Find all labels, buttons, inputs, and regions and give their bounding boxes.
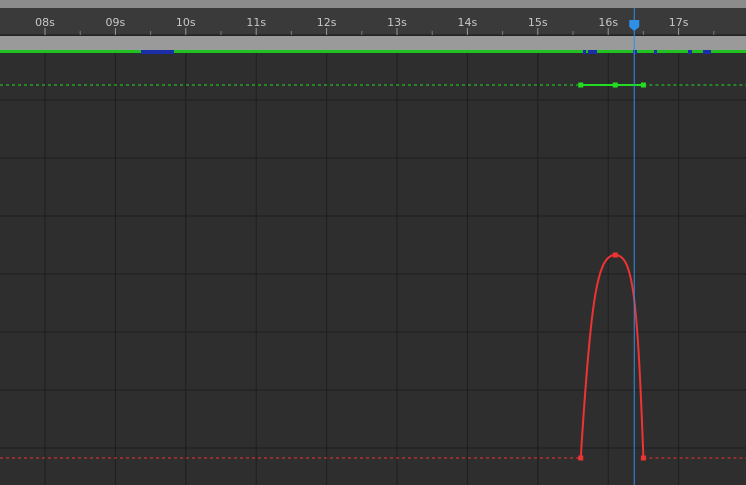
- keyframe-marker: [633, 50, 637, 54]
- ruler-time-label: 12s: [317, 16, 337, 29]
- keyframe-marker: [688, 50, 692, 54]
- ruler-time-label: 13s: [387, 16, 407, 29]
- curve-graph[interactable]: 08s09s10s11s12s13s14s15s16s17s1: [0, 0, 746, 485]
- keyframe-marker: [141, 50, 174, 54]
- green-keyframe[interactable]: [578, 82, 584, 88]
- ruler-time-label: 15s: [528, 16, 548, 29]
- keyframe-marker: [583, 50, 586, 54]
- keyframe-marker: [588, 50, 597, 54]
- green-keyframe[interactable]: [640, 82, 646, 88]
- top-scroll-strip[interactable]: [0, 0, 746, 8]
- ruler-time-label: 16s: [598, 16, 618, 29]
- green-keyframe[interactable]: [612, 82, 618, 88]
- ruler-time-label: 09s: [106, 16, 126, 29]
- ruler-time-label: 11s: [246, 16, 266, 29]
- graph-editor[interactable]: 08s09s10s11s12s13s14s15s16s17s1: [0, 0, 746, 485]
- ruler-time-label: 14s: [458, 16, 478, 29]
- red-keyframe[interactable]: [578, 455, 584, 461]
- ruler-time-label: 08s: [35, 16, 55, 29]
- red-keyframe[interactable]: [640, 455, 646, 461]
- keyframe-marker: [703, 50, 711, 54]
- keyframe-marker: [654, 50, 657, 54]
- ruler-time-label: 10s: [176, 16, 196, 29]
- ruler-time-label: 17s: [669, 16, 689, 29]
- red-keyframe[interactable]: [612, 252, 618, 258]
